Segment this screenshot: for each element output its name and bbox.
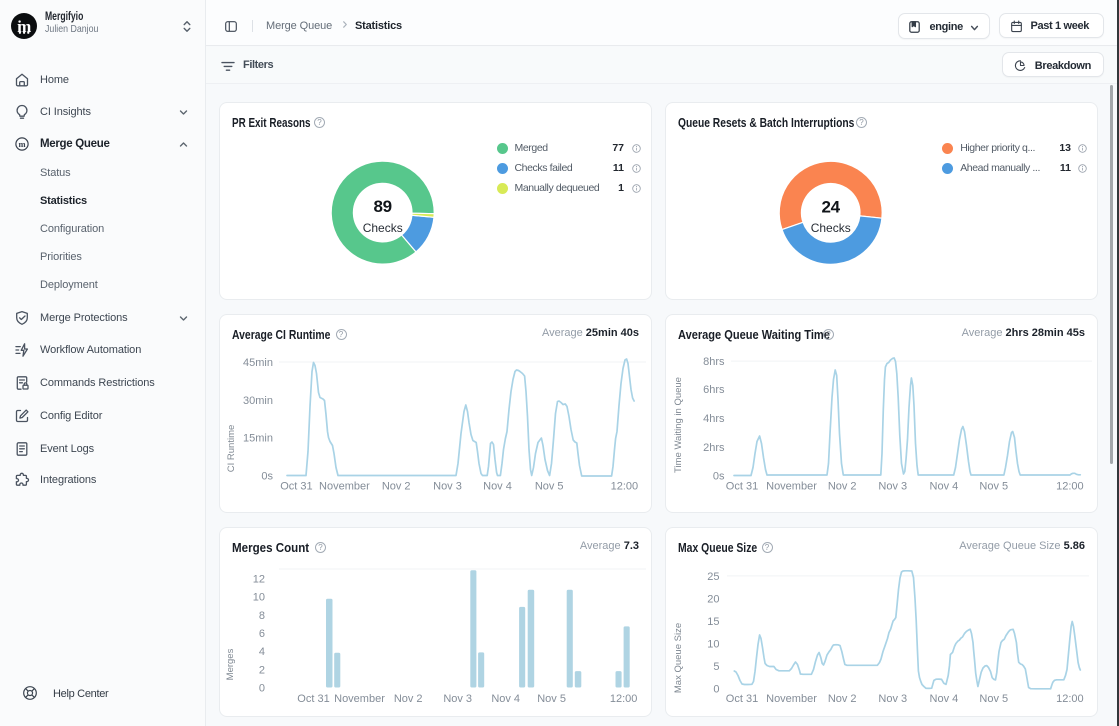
svg-text:Nov 2: Nov 2 <box>828 480 857 492</box>
svg-text:Nov 5: Nov 5 <box>979 692 1008 704</box>
svg-text:Nov 5: Nov 5 <box>535 480 564 492</box>
svg-text:12:00: 12:00 <box>611 480 639 492</box>
svg-text:Nov 2: Nov 2 <box>382 480 411 492</box>
svg-text:m: m <box>18 139 25 149</box>
svg-text:12:00: 12:00 <box>610 692 638 704</box>
svg-text:Nov 4: Nov 4 <box>483 480 512 492</box>
svg-text:10: 10 <box>253 591 265 603</box>
svg-text:Time Waiting in Queue: Time Waiting in Queue <box>673 377 684 473</box>
svg-text:24: 24 <box>822 197 841 216</box>
svg-text:Checks: Checks <box>363 221 403 235</box>
svg-text:0s: 0s <box>261 470 273 482</box>
svg-text:Oct 31: Oct 31 <box>280 480 312 492</box>
svg-text:November: November <box>766 692 817 704</box>
svg-text:Nov 3: Nov 3 <box>878 692 907 704</box>
svg-text:15min: 15min <box>243 432 273 444</box>
svg-text:5: 5 <box>713 660 719 672</box>
svg-text:Nov 4: Nov 4 <box>491 692 520 704</box>
svg-text:4hrs: 4hrs <box>703 413 725 425</box>
svg-text:25: 25 <box>707 570 719 582</box>
svg-text:45min: 45min <box>243 357 273 369</box>
svg-text:Nov 4: Nov 4 <box>930 480 959 492</box>
svg-text:2hrs: 2hrs <box>703 441 725 453</box>
svg-text:CI Runtime: CI Runtime <box>226 424 237 472</box>
svg-text:Nov 4: Nov 4 <box>930 692 959 704</box>
svg-text:6hrs: 6hrs <box>703 383 725 395</box>
svg-text:0: 0 <box>259 682 265 694</box>
svg-text:Nov 3: Nov 3 <box>878 480 907 492</box>
svg-text:12:00: 12:00 <box>1056 692 1084 704</box>
svg-text:November: November <box>766 480 817 492</box>
svg-text:12: 12 <box>253 573 265 585</box>
svg-text:12:00: 12:00 <box>1056 480 1084 492</box>
svg-text:Max Queue Size: Max Queue Size <box>673 622 684 692</box>
svg-text:6: 6 <box>259 627 265 639</box>
svg-text:Nov 3: Nov 3 <box>443 692 472 704</box>
svg-text:8hrs: 8hrs <box>703 356 725 368</box>
svg-text:November: November <box>334 692 385 704</box>
svg-text:Checks: Checks <box>811 221 851 235</box>
svg-text:0: 0 <box>713 683 719 695</box>
svg-text:8: 8 <box>259 609 265 621</box>
svg-text:89: 89 <box>374 197 392 216</box>
svg-text:Nov 3: Nov 3 <box>433 480 462 492</box>
svg-text:Nov 5: Nov 5 <box>979 480 1008 492</box>
svg-text:10: 10 <box>707 638 719 650</box>
svg-text:20: 20 <box>707 593 719 605</box>
svg-text:Oct 31: Oct 31 <box>297 692 329 704</box>
svg-text:Oct 31: Oct 31 <box>726 692 758 704</box>
svg-text:30min: 30min <box>243 394 273 406</box>
svg-text:Merges: Merges <box>225 648 236 680</box>
svg-text:Nov 2: Nov 2 <box>394 692 423 704</box>
svg-text:0s: 0s <box>713 470 725 482</box>
svg-text:Nov 2: Nov 2 <box>828 692 857 704</box>
svg-text:Oct 31: Oct 31 <box>726 480 758 492</box>
svg-text:November: November <box>319 480 370 492</box>
svg-text:Nov 5: Nov 5 <box>537 692 566 704</box>
svg-text:15: 15 <box>707 615 719 627</box>
svg-text:2: 2 <box>259 664 265 676</box>
svg-text:4: 4 <box>259 646 265 658</box>
